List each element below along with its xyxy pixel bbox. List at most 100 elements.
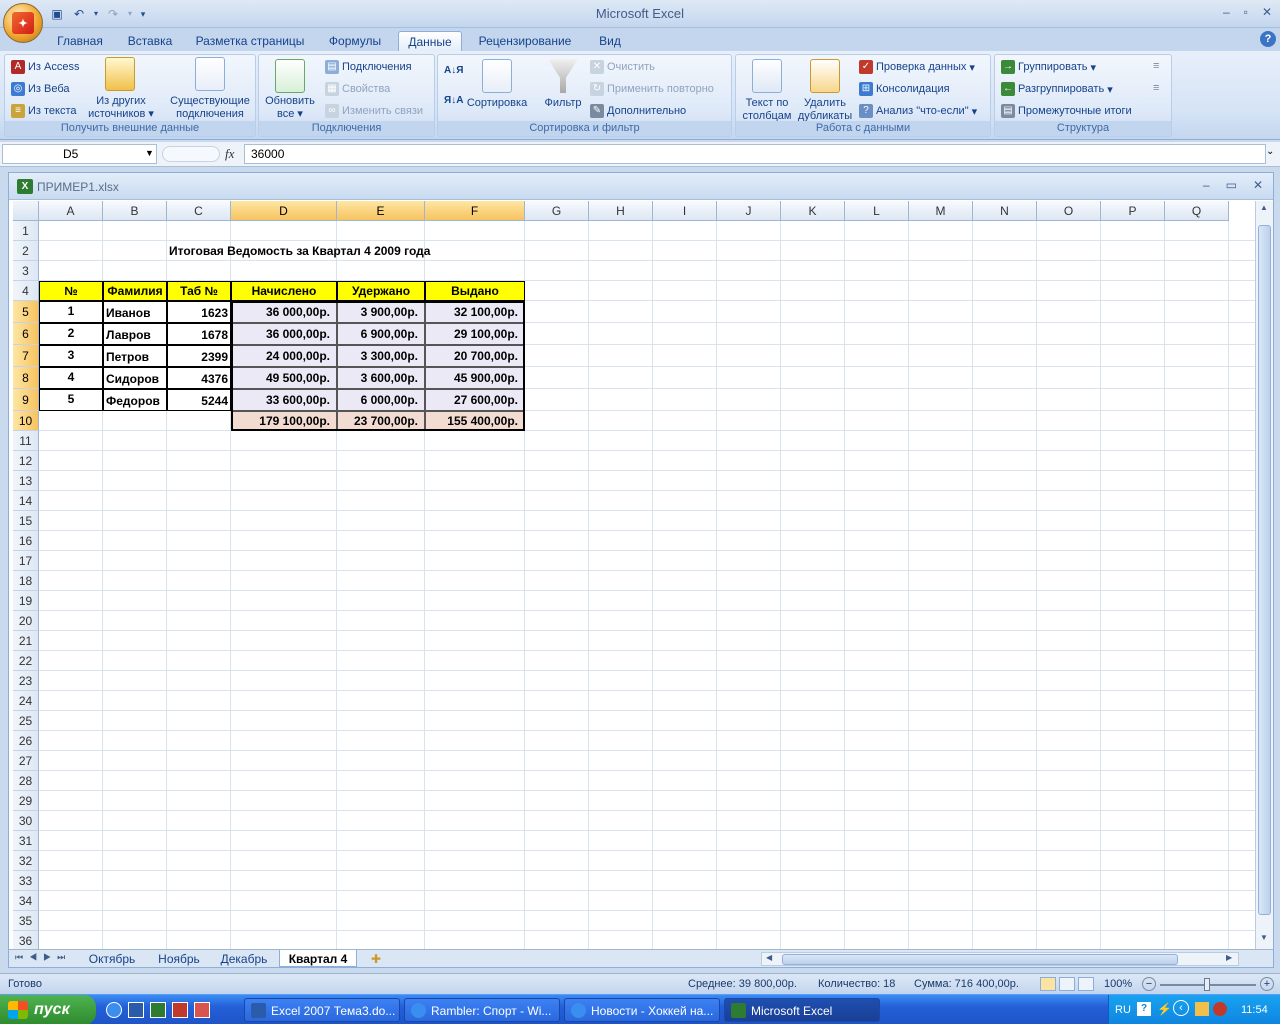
from-access-button[interactable]: A Из Access — [11, 60, 79, 74]
edit-links-button[interactable]: ∞ Изменить связи — [325, 104, 423, 118]
column-header-m[interactable]: M — [909, 201, 973, 221]
row-header-23[interactable]: 23 — [13, 671, 39, 691]
row-header-5[interactable]: 5 — [13, 301, 39, 323]
excel-icon[interactable] — [150, 1002, 166, 1018]
row-header-9[interactable]: 9 — [13, 389, 39, 411]
tab-number-cell[interactable]: 4376 — [167, 367, 231, 389]
close-icon[interactable]: ✕ — [1262, 5, 1272, 19]
from-other-sources-button[interactable]: Из других источников ▾ — [83, 95, 159, 121]
column-header-p[interactable]: P — [1101, 201, 1165, 221]
tab-page-layout[interactable]: Разметка страницы — [190, 31, 310, 51]
header-cell[interactable]: Выдано — [425, 281, 525, 301]
column-header-h[interactable]: H — [589, 201, 653, 221]
row-header-22[interactable]: 22 — [13, 651, 39, 671]
row-header-14[interactable]: 14 — [13, 491, 39, 511]
what-if-button[interactable]: ? Анализ "что-если" ▾ — [859, 104, 977, 118]
row-header-12[interactable]: 12 — [13, 451, 39, 471]
ie-icon[interactable] — [106, 1002, 122, 1018]
tab-home[interactable]: Главная — [50, 31, 110, 51]
money-cell[interactable]: 6 000,00р. — [337, 389, 425, 411]
task-word-doc[interactable]: Excel 2007 Тема3.do... — [244, 998, 400, 1022]
scroll-left-icon[interactable]: ◀ — [766, 953, 772, 962]
tab-number-cell[interactable]: 2399 — [167, 345, 231, 367]
tab-formulas[interactable]: Формулы — [322, 31, 388, 51]
surname-cell[interactable]: Федоров — [103, 389, 167, 411]
reapply-button[interactable]: ↻ Применить повторно — [590, 82, 714, 96]
vertical-scrollbar[interactable]: ▲ ▼ — [1255, 201, 1273, 949]
row-header-35[interactable]: 35 — [13, 911, 39, 931]
antivirus-icon[interactable] — [1213, 1002, 1227, 1016]
row-header-11[interactable]: 11 — [13, 431, 39, 451]
surname-cell[interactable]: Сидоров — [103, 367, 167, 389]
insert-sheet-icon[interactable]: ✚ — [365, 950, 387, 967]
vertical-scroll-thumb[interactable] — [1258, 225, 1271, 915]
money-cell[interactable]: 3 900,00р. — [337, 301, 425, 323]
task-news[interactable]: Новости - Хоккей на... — [564, 998, 720, 1022]
row-header-6[interactable]: 6 — [13, 323, 39, 345]
row-header-4[interactable]: 4 — [13, 281, 39, 301]
column-header-e[interactable]: E — [337, 201, 425, 221]
horizontal-scrollbar[interactable]: ◀ ▶ — [761, 952, 1239, 966]
tab-view[interactable]: Вид — [590, 31, 630, 51]
group-button[interactable]: → Группировать ▾ — [1001, 60, 1096, 74]
surname-cell[interactable]: Лавров — [103, 323, 167, 345]
formula-input[interactable]: 36000 — [244, 144, 1266, 164]
help-tray-icon[interactable]: ? — [1137, 1002, 1151, 1016]
column-header-k[interactable]: K — [781, 201, 845, 221]
advanced-filter-button[interactable]: ✎ Дополнительно — [590, 104, 686, 118]
name-box[interactable]: D5 — [2, 144, 157, 164]
spreadsheet-grid[interactable]: ABCDEFGHIJKLMNOPQ 1 2 3 4 5 6 7 8 9 10 11 12 13 14 15 1… — [13, 201, 1255, 949]
money-cell[interactable]: 33 600,00р. — [231, 389, 337, 411]
row-header-32[interactable]: 32 — [13, 851, 39, 871]
consolidate-button[interactable]: ⊞ Консолидация — [859, 82, 950, 96]
tab-review[interactable]: Рецензирование — [472, 31, 578, 51]
money-cell[interactable]: 36 000,00р. — [231, 301, 337, 323]
access-launch-icon[interactable] — [172, 1002, 188, 1018]
sheet-tab-november[interactable]: Ноябрь — [149, 950, 209, 967]
header-cell[interactable]: Начислено — [231, 281, 337, 301]
row-header-24[interactable]: 24 — [13, 691, 39, 711]
total-cell[interactable]: 179 100,00р. — [231, 411, 337, 431]
column-header-d[interactable]: D — [231, 201, 337, 221]
tab-data[interactable]: Данные — [398, 31, 462, 51]
money-cell[interactable]: 45 900,00р. — [425, 367, 525, 389]
expand-formula-bar-icon[interactable]: ⌄ — [1266, 146, 1274, 157]
row-header-2[interactable]: 2 — [13, 241, 39, 261]
sort-asc-icon[interactable]: А↓Я — [444, 65, 463, 76]
tab-number-cell[interactable]: 1678 — [167, 323, 231, 345]
sheet-tab-december[interactable]: Декабрь — [213, 950, 275, 967]
money-cell[interactable]: 3 600,00р. — [337, 367, 425, 389]
column-header-i[interactable]: I — [653, 201, 717, 221]
task-excel[interactable]: Microsoft Excel — [724, 998, 880, 1022]
sheet-title-cell[interactable]: Итоговая Ведомость за Квартал 4 2009 год… — [169, 245, 430, 257]
word-icon[interactable] — [128, 1002, 144, 1018]
number-cell[interactable]: 1 — [39, 301, 103, 323]
row-header-21[interactable]: 21 — [13, 631, 39, 651]
sheet-tab-quarter4[interactable]: Квартал 4 — [279, 950, 357, 967]
powerpoint-icon[interactable] — [194, 1002, 210, 1018]
total-cell[interactable]: 155 400,00р. — [425, 411, 525, 431]
clear-filter-button[interactable]: ✕ Очистить — [590, 60, 655, 74]
insert-function-button[interactable]: fx — [225, 146, 234, 162]
filter-button[interactable]: Фильтр — [538, 97, 588, 110]
row-header-13[interactable]: 13 — [13, 471, 39, 491]
number-cell[interactable]: 2 — [39, 323, 103, 345]
money-cell[interactable]: 36 000,00р. — [231, 323, 337, 345]
page-layout-view-icon[interactable] — [1059, 977, 1075, 991]
money-cell[interactable]: 29 100,00р. — [425, 323, 525, 345]
money-cell[interactable]: 49 500,00р. — [231, 367, 337, 389]
column-header-a[interactable]: A — [39, 201, 103, 221]
row-header-19[interactable]: 19 — [13, 591, 39, 611]
sort-desc-icon[interactable]: Я↓А — [444, 95, 463, 106]
surname-cell[interactable]: Петров — [103, 345, 167, 367]
office-button[interactable]: ✦ — [3, 3, 43, 43]
scroll-up-icon[interactable]: ▲ — [1260, 203, 1268, 212]
row-header-33[interactable]: 33 — [13, 871, 39, 891]
row-header-18[interactable]: 18 — [13, 571, 39, 591]
text-to-columns-button[interactable]: Текст по столбцам — [736, 97, 798, 123]
show-detail-icon[interactable]: ≡ — [1153, 60, 1159, 72]
header-cell[interactable]: № — [39, 281, 103, 301]
number-cell[interactable]: 5 — [39, 389, 103, 411]
existing-connections-button[interactable]: Существующие подключения — [165, 95, 255, 121]
column-header-c[interactable]: C — [167, 201, 231, 221]
